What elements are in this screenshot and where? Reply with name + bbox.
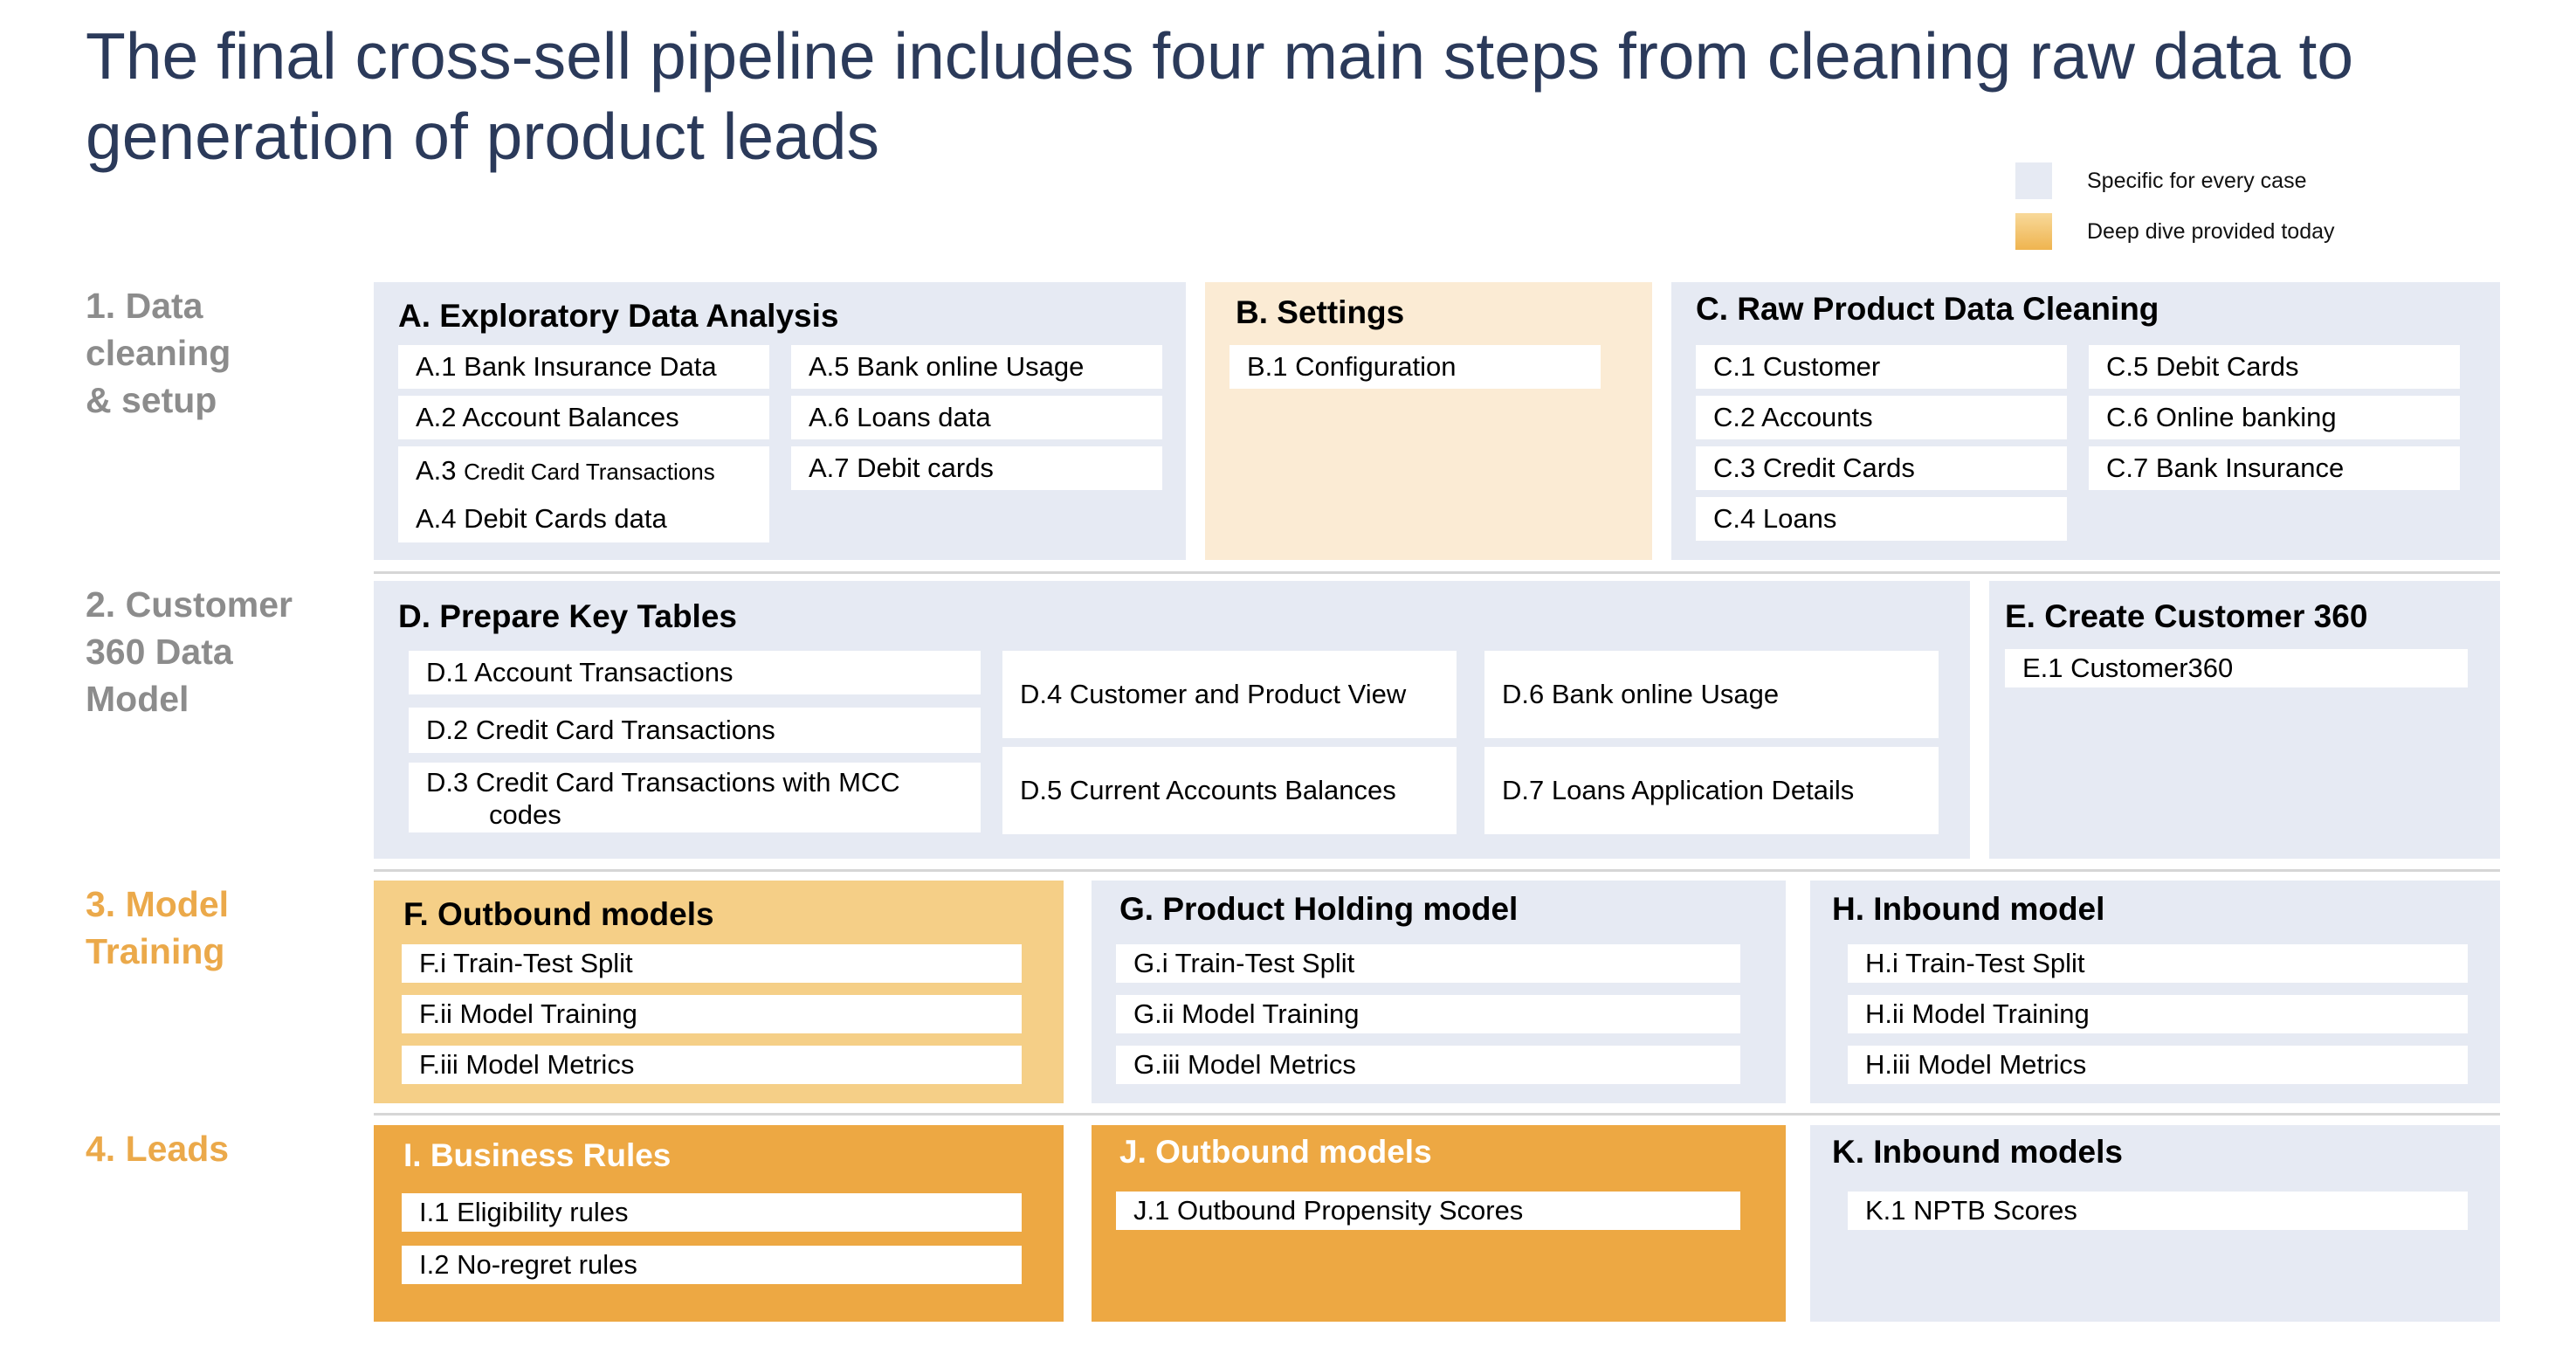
item-d7: D.7 Loans Application Details: [1484, 747, 1939, 834]
panel-inbound-model: H. Inbound model H.i Train-Test Split H.…: [1810, 881, 2500, 1103]
item-d4: D.4 Customer and Product View: [1002, 651, 1457, 738]
panel-create-customer-360: E. Create Customer 360 E.1 Customer360: [1989, 581, 2500, 859]
item-h2: H.ii Model Training: [1848, 995, 2468, 1033]
item-h1: H.i Train-Test Split: [1848, 944, 2468, 983]
item-c4: C.4 Loans: [1696, 497, 2067, 541]
legend-swatch-deep-dive: [2015, 213, 2052, 250]
item-d2: D.2 Credit Card Transactions: [409, 708, 981, 753]
item-a3-a4: A.3 Credit Card Transactions A.4 Debit C…: [398, 446, 769, 542]
item-a3: A.3 Credit Card Transactions: [416, 454, 715, 487]
item-a7: A.7 Debit cards: [791, 446, 1162, 490]
item-g3: G.iii Model Metrics: [1116, 1046, 1740, 1084]
item-a2: A.2 Account Balances: [398, 396, 769, 439]
panel-title: C. Raw Product Data Cleaning: [1696, 291, 2159, 327]
item-d1: D.1 Account Transactions: [409, 651, 981, 694]
panel-raw-product-data-cleaning: C. Raw Product Data Cleaning C.1 Custome…: [1671, 282, 2500, 560]
item-g1: G.i Train-Test Split: [1116, 944, 1740, 983]
item-a5: A.5 Bank online Usage: [791, 345, 1162, 389]
panel-exploratory-data-analysis: A. Exploratory Data Analysis A.1 Bank In…: [374, 282, 1186, 560]
item-h3: H.iii Model Metrics: [1848, 1046, 2468, 1084]
item-d3-line2: codes: [489, 799, 561, 831]
item-d6: D.6 Bank online Usage: [1484, 651, 1939, 738]
item-j1: J.1 Outbound Propensity Scores: [1116, 1192, 1740, 1230]
row-divider: [374, 869, 2500, 872]
row-divider: [374, 571, 2500, 574]
legend-label-deep-dive: Deep dive provided today: [2087, 218, 2335, 244]
legend-deep-dive: Deep dive provided today: [2015, 213, 2335, 250]
row-label-model-training: 3. Model Training: [86, 884, 230, 971]
panel-prepare-key-tables: D. Prepare Key Tables D.1 Account Transa…: [374, 581, 1970, 859]
panel-business-rules: I. Business Rules I.1 Eligibility rules …: [374, 1125, 1064, 1322]
item-f2: F.ii Model Training: [402, 995, 1022, 1033]
panel-title: E. Create Customer 360: [2005, 598, 2368, 634]
item-f1: F.i Train-Test Split: [402, 944, 1022, 983]
item-g2: G.ii Model Training: [1116, 995, 1740, 1033]
panel-title: D. Prepare Key Tables: [398, 598, 737, 634]
item-a4: A.4 Debit Cards data: [416, 502, 667, 534]
legend-swatch-specific: [2015, 162, 2052, 199]
item-a3-code: A.3: [416, 454, 465, 486]
item-c1: C.1 Customer: [1696, 345, 2067, 389]
item-d3: D.3 Credit Card Transactions with MCC co…: [409, 763, 981, 832]
item-a3-label: Credit Card Transactions: [464, 458, 715, 485]
panel-inbound-models: K. Inbound models K.1 NPTB Scores: [1810, 1125, 2500, 1322]
legend-specific: Specific for every case: [2015, 162, 2307, 199]
item-c6: C.6 Online banking: [2089, 396, 2460, 439]
row-label-data-cleaning: 1. Data cleaning & setup: [86, 286, 231, 420]
item-c5: C.5 Debit Cards: [2089, 345, 2460, 389]
panel-title: A. Exploratory Data Analysis: [398, 298, 839, 334]
panel-title: G. Product Holding model: [1119, 891, 1519, 927]
legend-label-specific: Specific for every case: [2087, 168, 2307, 193]
panel-title: H. Inbound model: [1832, 891, 2105, 927]
panel-title: F. Outbound models: [403, 896, 714, 932]
item-d3-line1: D.3 Credit Card Transactions with MCC: [426, 767, 900, 798]
panel-title: K. Inbound models: [1832, 1134, 2123, 1170]
row-label-customer-360: 2. Customer 360 Data Model: [86, 584, 293, 719]
item-b1: B.1 Configuration: [1229, 345, 1601, 389]
panel-title: I. Business Rules: [403, 1137, 672, 1173]
item-i1: I.1 Eligibility rules: [402, 1193, 1022, 1232]
page-title: The final cross-sell pipeline includes f…: [86, 19, 2354, 173]
panel-outbound-models-leads: J. Outbound models J.1 Outbound Propensi…: [1092, 1125, 1786, 1322]
item-c3: C.3 Credit Cards: [1696, 446, 2067, 490]
item-a1: A.1 Bank Insurance Data: [398, 345, 769, 389]
item-e1: E.1 Customer360: [2005, 649, 2468, 687]
item-c2: C.2 Accounts: [1696, 396, 2067, 439]
item-i2: I.2 No-regret rules: [402, 1246, 1022, 1284]
item-a6: A.6 Loans data: [791, 396, 1162, 439]
row-divider: [374, 1113, 2500, 1116]
item-k1: K.1 NPTB Scores: [1848, 1192, 2468, 1230]
panel-product-holding-model: G. Product Holding model G.i Train-Test …: [1092, 881, 1786, 1103]
item-c7: C.7 Bank Insurance: [2089, 446, 2460, 490]
panel-title: J. Outbound models: [1119, 1134, 1432, 1170]
panel-settings: B. Settings B.1 Configuration: [1205, 282, 1652, 560]
item-f3: F.iii Model Metrics: [402, 1046, 1022, 1084]
item-d3-text: D.3 Credit Card Transactions with MCC co…: [426, 766, 900, 831]
item-d5: D.5 Current Accounts Balances: [1002, 747, 1457, 834]
panel-outbound-models-training: F. Outbound models F.i Train-Test Split …: [374, 881, 1064, 1103]
panel-title: B. Settings: [1236, 294, 1405, 330]
row-label-leads: 4. Leads: [86, 1129, 230, 1169]
